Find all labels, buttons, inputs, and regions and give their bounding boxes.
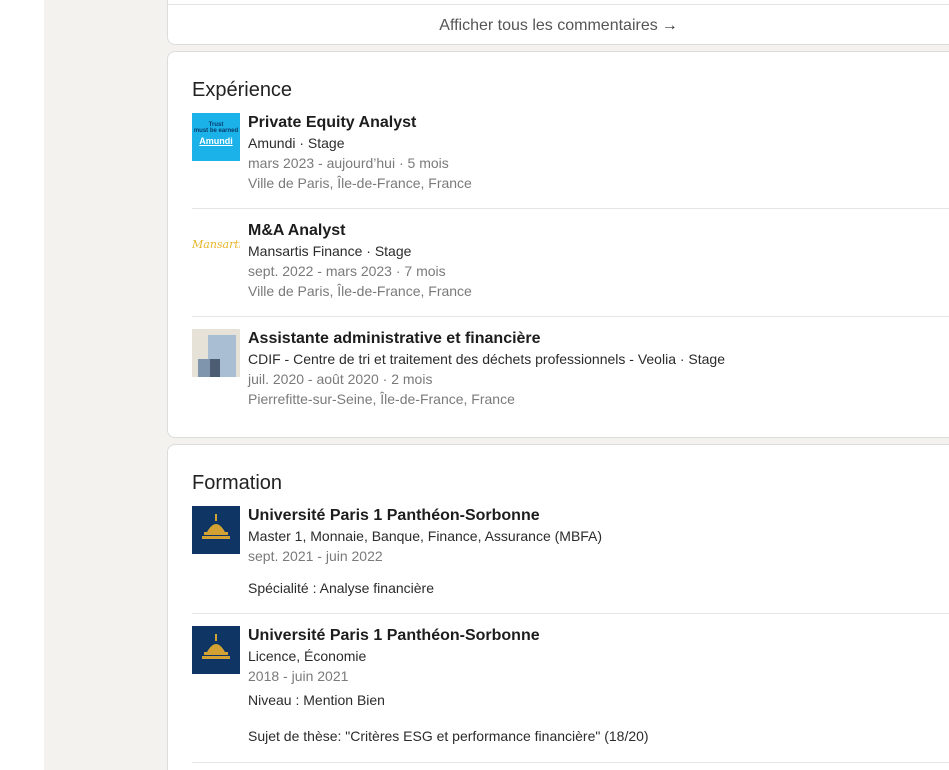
experience-title[interactable]: M&A Analyst xyxy=(248,221,949,241)
experience-title[interactable]: Assistante administrative et financière xyxy=(248,329,949,349)
experience-dates: sept. 2022 - mars 2023 · 7 mois xyxy=(248,263,446,279)
experience-dates: mars 2023 - aujourd’hui · 5 mois xyxy=(248,155,449,171)
experience-location: Ville de Paris, Île-de-France, France xyxy=(248,283,472,299)
education-note: Sujet de thèse: "Critères ESG et perform… xyxy=(248,728,649,744)
education-school[interactable]: Université Paris 1 Panthéon-Sorbonne xyxy=(248,626,949,646)
experience-location: Pierrefitte-sur-Seine, Île-de-France, Fr… xyxy=(248,391,515,407)
education-dates: 2018 - juin 2021 xyxy=(248,668,349,684)
activity-card: Afficher tous les commentaires → xyxy=(167,0,949,45)
experience-company: Mansartis Finance · Stage xyxy=(248,243,412,259)
show-all-comments-label: Afficher tous les commentaires xyxy=(439,17,658,34)
section-title-experience: Expérience xyxy=(192,79,293,101)
amundi-logo-tagline: Trust must be earned xyxy=(193,122,239,134)
divider xyxy=(192,762,949,763)
experience-dates: juil. 2020 - août 2020 · 2 mois xyxy=(248,371,433,387)
education-note: Spécialité : Analyse financière xyxy=(248,580,434,596)
education-degree: Licence, Économie xyxy=(248,648,367,664)
section-title-education: Formation xyxy=(192,472,283,494)
experience-title[interactable]: Private Equity Analyst xyxy=(248,113,949,133)
education-degree: Master 1, Monnaie, Banque, Finance, Assu… xyxy=(248,528,603,544)
amundi-logo[interactable]: Trust must be earned Amundi xyxy=(192,113,240,161)
sorbonne-dome-icon xyxy=(202,514,230,539)
experience-section: Expérience Trust must be earned Amundi Pr… xyxy=(167,51,949,438)
sorbonne-logo[interactable] xyxy=(192,626,240,674)
sorbonne-dome-icon xyxy=(202,634,230,659)
veolia-logo[interactable] xyxy=(192,329,240,377)
experience-location: Ville de Paris, Île-de-France, France xyxy=(248,175,472,191)
divider xyxy=(192,316,949,317)
divider xyxy=(192,208,949,209)
experience-company: Amundi · Stage xyxy=(248,135,345,151)
education-dates: sept. 2021 - juin 2022 xyxy=(248,548,383,564)
mansartis-logo[interactable]: Mansartis xyxy=(192,221,240,269)
amundi-logo-wordmark: Amundi xyxy=(199,136,233,146)
mansartis-logo-wordmark: Mansartis xyxy=(192,238,240,251)
education-section: Formation Université Paris 1 Panthéon-So… xyxy=(167,444,949,770)
education-school[interactable]: Université Paris 1 Panthéon-Sorbonne xyxy=(248,506,949,526)
experience-company: CDIF - Centre de tri et traitement des d… xyxy=(248,351,726,367)
arrow-right-icon: → xyxy=(661,17,678,34)
show-all-comments-link[interactable]: Afficher tous les commentaires → xyxy=(168,4,949,35)
sorbonne-logo[interactable] xyxy=(192,506,240,554)
education-note: Niveau : Mention Bien xyxy=(248,692,385,708)
divider xyxy=(192,613,949,614)
